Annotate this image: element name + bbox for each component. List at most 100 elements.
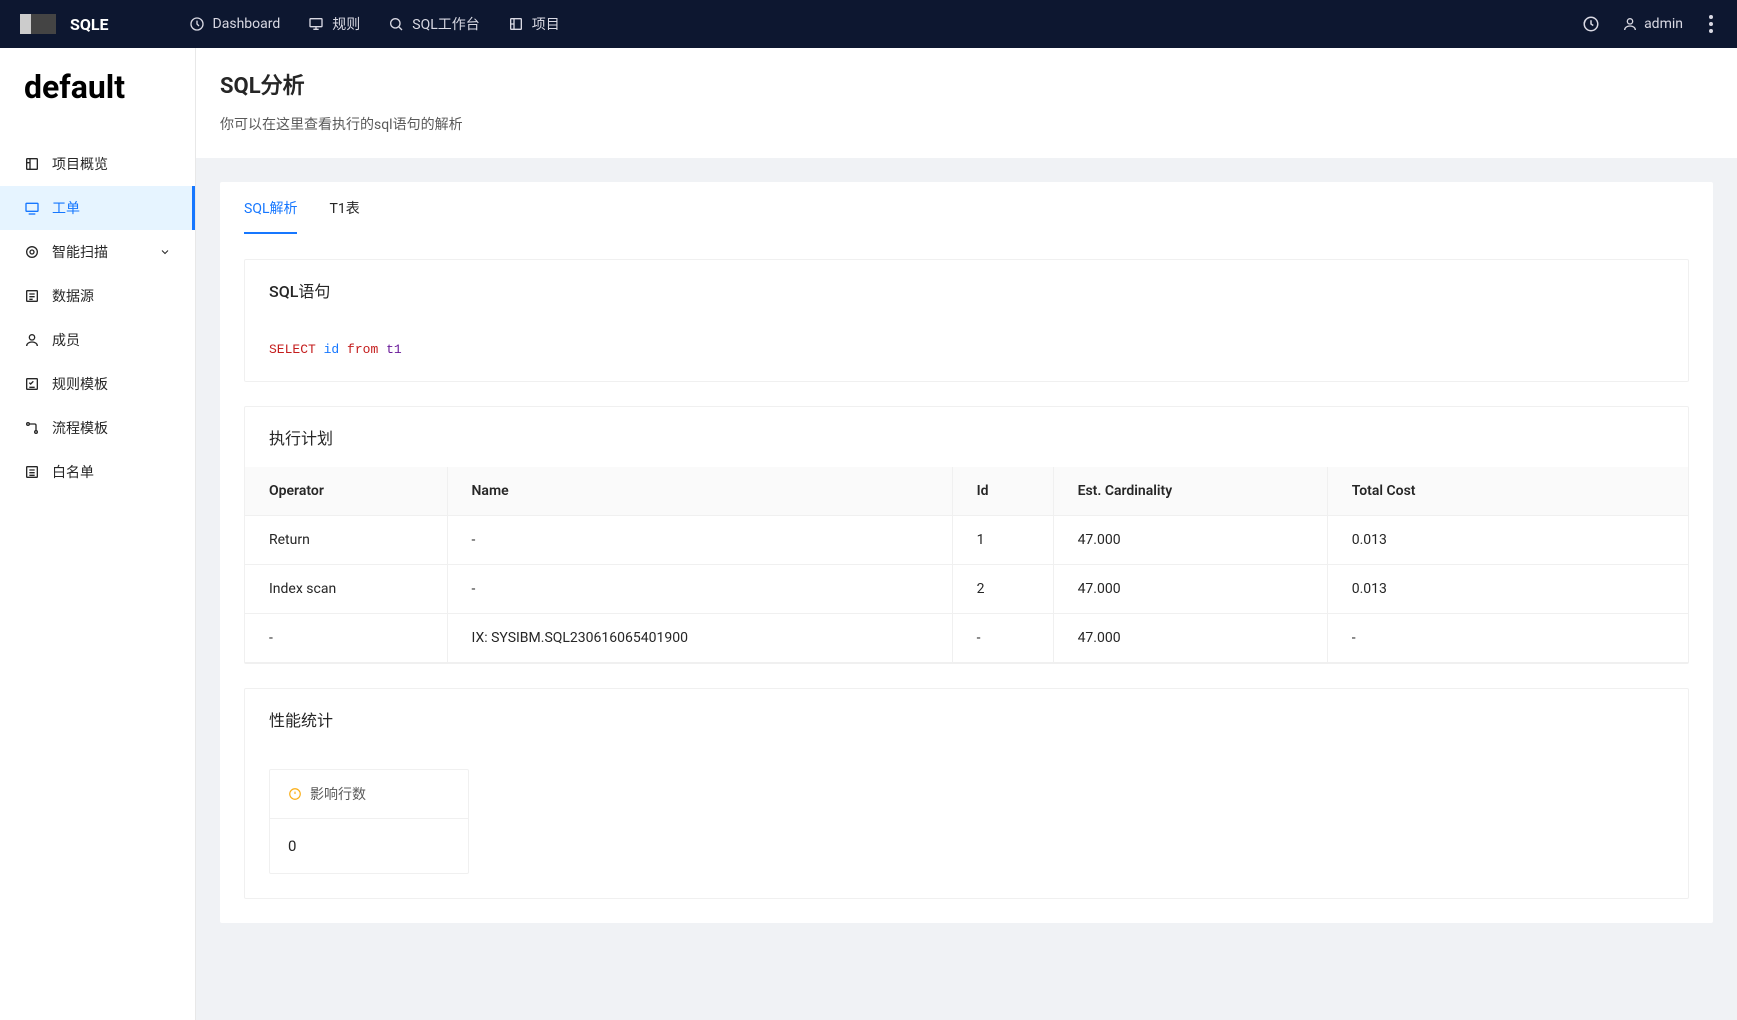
cell-name: - — [447, 564, 952, 613]
sql-identifier: id — [324, 342, 340, 357]
stat-label: 影响行数 — [310, 784, 366, 804]
cell-operator: - — [245, 613, 447, 662]
cell-name: IX: SYSIBM.SQL230616065401900 — [447, 613, 952, 662]
tabs: SQL解析 T1表 — [220, 182, 1713, 235]
ticket-icon — [24, 200, 40, 216]
flow-icon — [24, 420, 40, 436]
cell-id: 1 — [952, 515, 1053, 564]
sql-table: t1 — [386, 342, 402, 357]
col-cost: Total Cost — [1327, 467, 1688, 516]
sidebar-item-label: 白名单 — [52, 462, 94, 482]
execution-plan-table: Operator Name Id Est. Cardinality Total … — [245, 467, 1688, 663]
nav-dashboard[interactable]: Dashboard — [189, 16, 281, 32]
warning-icon — [288, 787, 302, 801]
tab-t1-table[interactable]: T1表 — [329, 198, 359, 234]
page-header: SQL分析 你可以在这里查看执行的sql语句的解析 — [196, 48, 1737, 158]
stat-title: 影响行数 — [270, 770, 468, 819]
table-header-row: Operator Name Id Est. Cardinality Total … — [245, 467, 1688, 516]
brand-logo-icon — [20, 14, 56, 34]
table-row: - IX: SYSIBM.SQL230616065401900 - 47.000… — [245, 613, 1688, 662]
checklist-icon — [24, 376, 40, 392]
col-name: Name — [447, 467, 952, 516]
sql-code: SELECT id from t1 — [245, 320, 1688, 381]
chevron-down-icon — [159, 246, 171, 258]
tab-sql-analysis[interactable]: SQL解析 — [244, 198, 297, 234]
user-icon — [1622, 16, 1638, 32]
search-icon — [388, 16, 404, 32]
nav-label: 项目 — [532, 14, 560, 34]
analysis-card: SQL解析 T1表 SQL语句 SELECT id from t1 — [220, 182, 1713, 923]
sql-keyword-from: from — [347, 342, 378, 357]
performance-stats-section: 性能统计 影响行数 0 — [244, 688, 1689, 899]
main-content: SQL分析 你可以在这里查看执行的sql语句的解析 SQL解析 T1表 SQL语… — [196, 48, 1737, 1020]
cell-id: - — [952, 613, 1053, 662]
sidebar-item-members[interactable]: 成员 — [0, 318, 195, 362]
sidebar-item-flow-template[interactable]: 流程模板 — [0, 406, 195, 450]
nav-project[interactable]: 项目 — [508, 14, 560, 34]
sidebar-item-label: 工单 — [52, 198, 80, 218]
target-icon — [24, 244, 40, 260]
cell-id: 2 — [952, 564, 1053, 613]
cell-operator: Index scan — [245, 564, 447, 613]
stat-value: 0 — [270, 819, 468, 873]
cell-cost: - — [1327, 613, 1688, 662]
topbar-right: admin — [1582, 11, 1717, 37]
page-title: SQL分析 — [220, 68, 1713, 100]
sql-keyword-select: SELECT — [269, 342, 316, 357]
sidebar-item-rule-template[interactable]: 规则模板 — [0, 362, 195, 406]
section-title: SQL语句 — [245, 260, 1688, 320]
workspace-title: default — [0, 48, 195, 142]
monitor-icon — [308, 16, 324, 32]
col-cardinality: Est. Cardinality — [1053, 467, 1327, 516]
sidebar-item-label: 流程模板 — [52, 418, 108, 438]
stat-card-affected-rows: 影响行数 0 — [269, 769, 469, 874]
cell-name: - — [447, 515, 952, 564]
sidebar-item-datasource[interactable]: 数据源 — [0, 274, 195, 318]
topnav: Dashboard 规则 SQL工作台 项目 — [189, 14, 1583, 34]
sidebar-item-label: 数据源 — [52, 286, 94, 306]
cell-cardinality: 47.000 — [1053, 613, 1327, 662]
section-title: 执行计划 — [245, 407, 1688, 467]
sidebar-item-label: 成员 — [52, 330, 80, 350]
table-row: Return - 1 47.000 0.013 — [245, 515, 1688, 564]
sql-statement-section: SQL语句 SELECT id from t1 — [244, 259, 1689, 382]
user-name: admin — [1644, 16, 1683, 32]
sidebar-item-label: 项目概览 — [52, 154, 108, 174]
sidebar: default 项目概览 工单 智能扫描 数据源 成员 — [0, 48, 196, 1020]
brand-text: SQLE — [70, 15, 109, 34]
dashboard-icon — [189, 16, 205, 32]
nav-label: SQL工作台 — [412, 14, 479, 34]
col-operator: Operator — [245, 467, 447, 516]
topbar: SQLE Dashboard 规则 SQL工作台 项目 — [0, 0, 1737, 48]
nav-rules[interactable]: 规则 — [308, 14, 360, 34]
brand-logo[interactable]: SQLE — [20, 14, 109, 34]
nav-sql-workbench[interactable]: SQL工作台 — [388, 14, 479, 34]
more-menu-button[interactable] — [1705, 11, 1717, 37]
execution-plan-section: 执行计划 Operator Name Id — [244, 406, 1689, 664]
nav-label: Dashboard — [213, 16, 281, 32]
user-menu[interactable]: admin — [1622, 16, 1683, 32]
cell-cost: 0.013 — [1327, 515, 1688, 564]
history-button[interactable] — [1582, 15, 1600, 33]
cell-cost: 0.013 — [1327, 564, 1688, 613]
sidebar-item-whitelist[interactable]: 白名单 — [0, 450, 195, 494]
nav-label: 规则 — [332, 14, 360, 34]
sidebar-item-workorder[interactable]: 工单 — [0, 186, 195, 230]
section-title: 性能统计 — [245, 689, 1688, 749]
user-icon — [24, 332, 40, 348]
sidebar-item-overview[interactable]: 项目概览 — [0, 142, 195, 186]
sidebar-item-label: 规则模板 — [52, 374, 108, 394]
database-icon — [24, 288, 40, 304]
cell-cardinality: 47.000 — [1053, 564, 1327, 613]
project-icon — [508, 16, 524, 32]
cell-cardinality: 47.000 — [1053, 515, 1327, 564]
sidebar-menu: 项目概览 工单 智能扫描 数据源 成员 规则模板 — [0, 142, 195, 1020]
list-icon — [24, 464, 40, 480]
col-id: Id — [952, 467, 1053, 516]
layout-icon — [24, 156, 40, 172]
sidebar-item-label: 智能扫描 — [52, 242, 108, 262]
sidebar-item-smartscan[interactable]: 智能扫描 — [0, 230, 195, 274]
cell-operator: Return — [245, 515, 447, 564]
page-subtitle: 你可以在这里查看执行的sql语句的解析 — [220, 114, 1713, 134]
table-row: Index scan - 2 47.000 0.013 — [245, 564, 1688, 613]
